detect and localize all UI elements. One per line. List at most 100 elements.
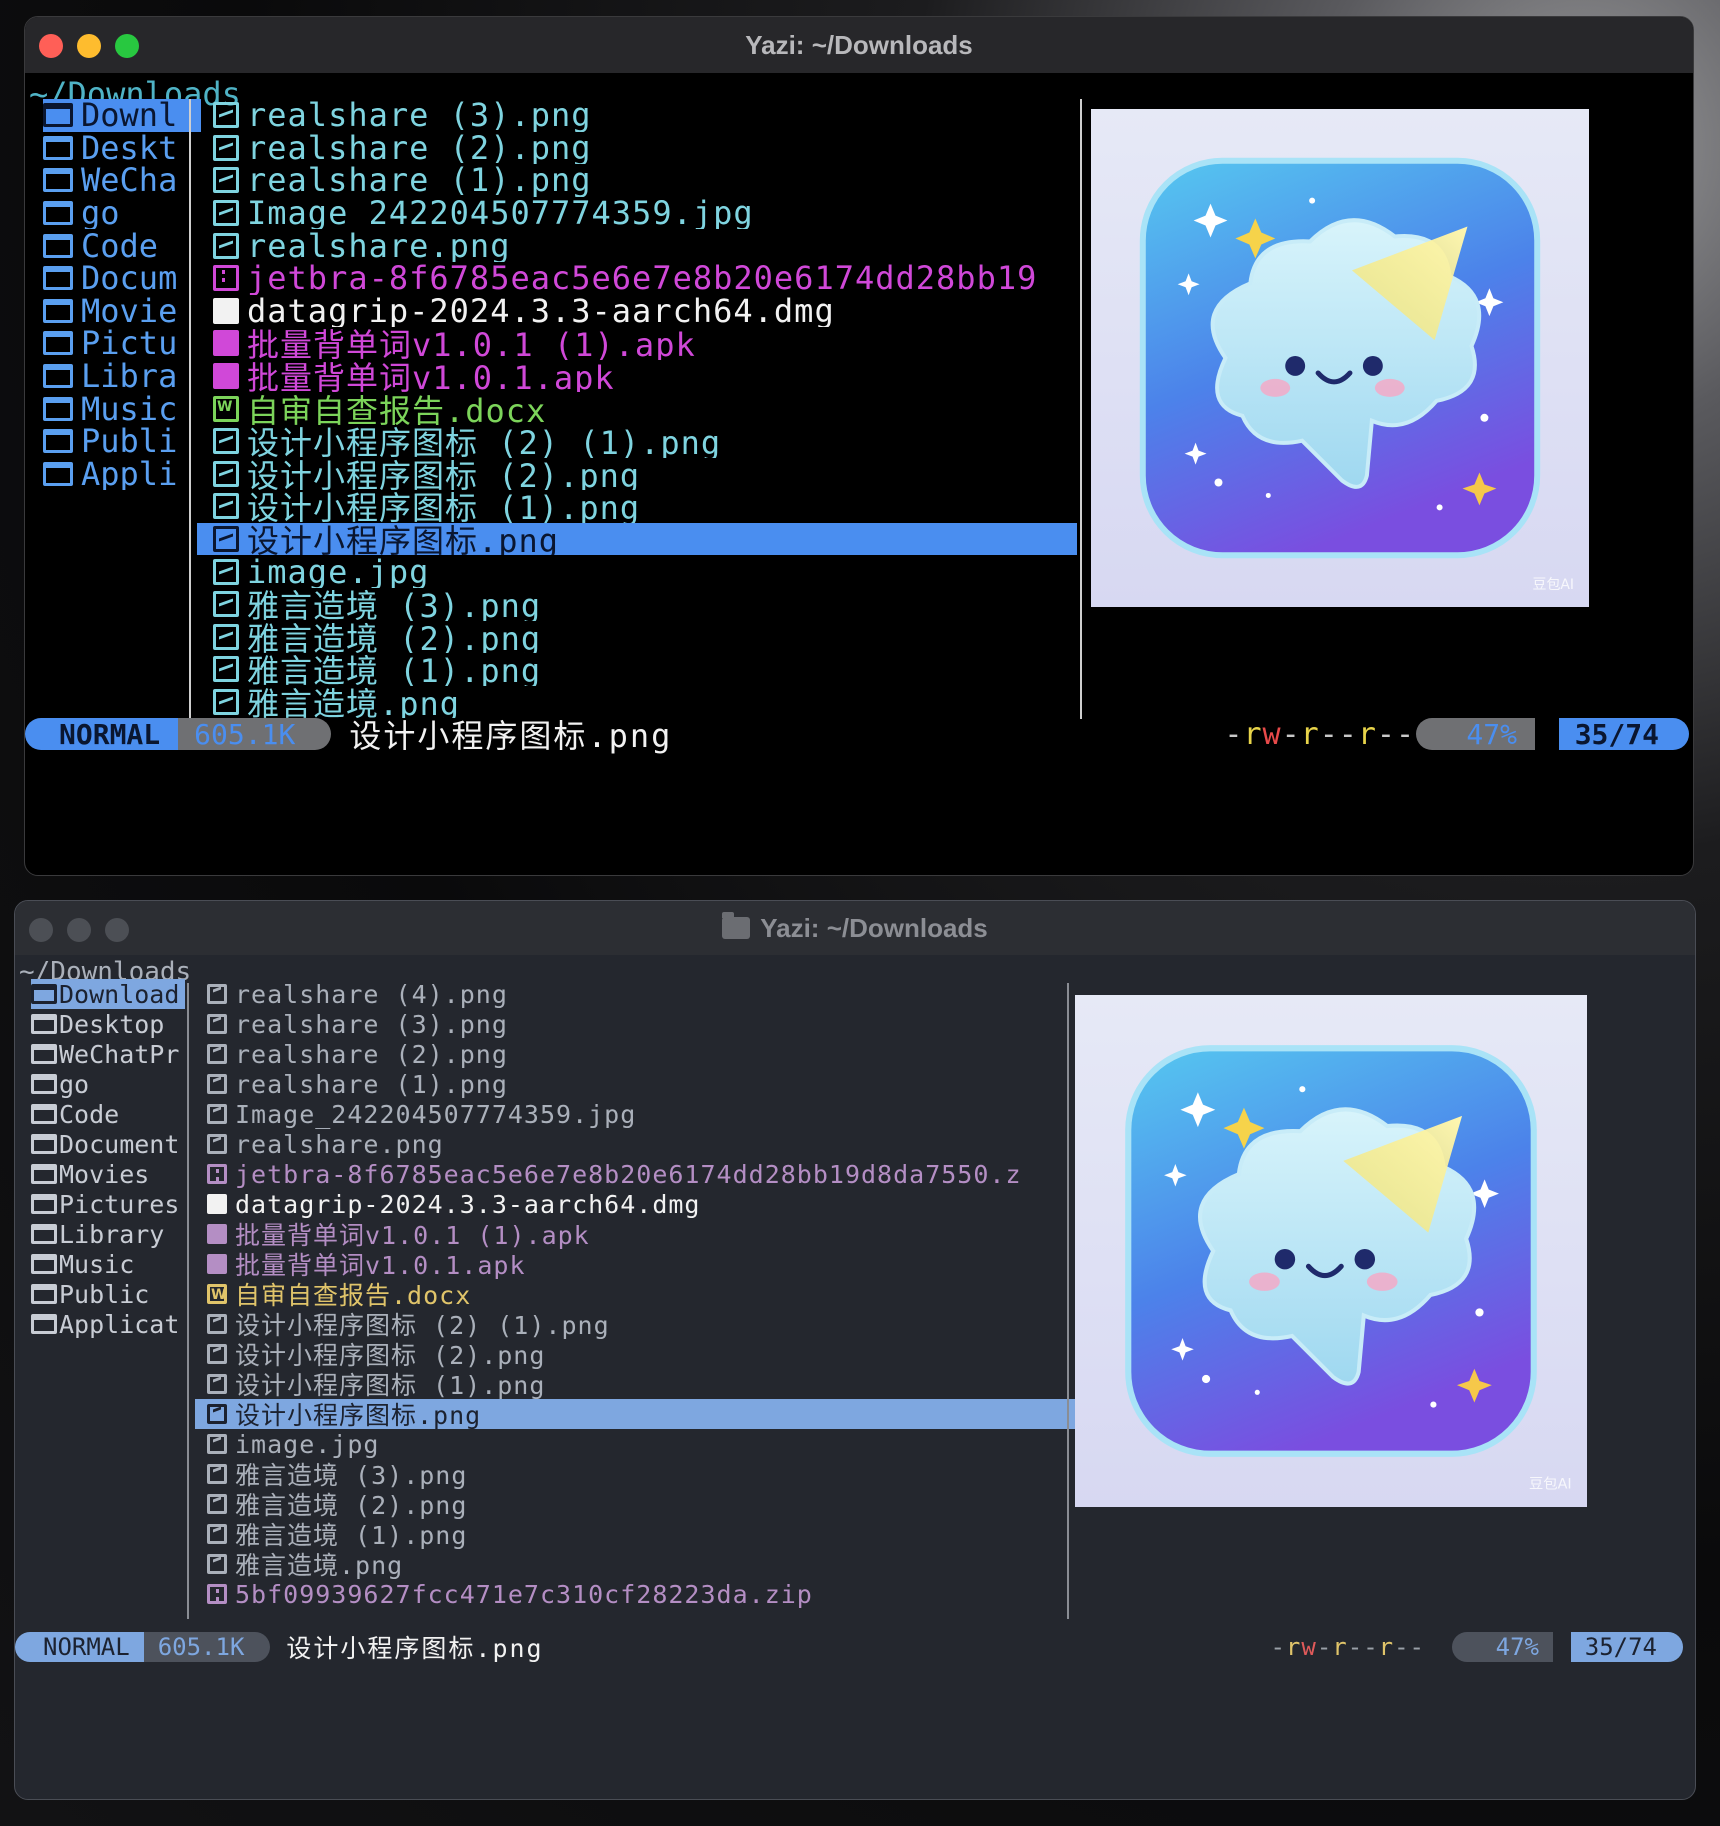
- image-file-icon: [207, 1134, 227, 1154]
- file-item[interactable]: 设计小程序图标 (1).png: [197, 490, 1077, 523]
- file-item[interactable]: image.jpg: [197, 555, 1077, 588]
- cursor-position: 35/74: [1570, 1632, 1683, 1662]
- minimize-button[interactable]: [77, 34, 101, 58]
- file-item[interactable]: datagrip-2024.3.3-aarch64.dmg: [195, 1189, 1075, 1219]
- file-item[interactable]: realshare (4).png: [195, 979, 1075, 1009]
- close-button[interactable]: [29, 918, 53, 942]
- parent-dir-item[interactable]: Docum: [43, 262, 201, 295]
- file-item[interactable]: 设计小程序图标 (2).png: [195, 1339, 1075, 1369]
- parent-dir-item[interactable]: Deskt: [43, 132, 201, 164]
- file-item[interactable]: realshare (1).png: [195, 1069, 1075, 1099]
- parent-dir-item[interactable]: Movie: [43, 295, 201, 327]
- parent-dir-item[interactable]: Document: [31, 1129, 185, 1159]
- minimize-button[interactable]: [67, 918, 91, 942]
- parent-dir-item[interactable]: WeChatPr: [31, 1039, 185, 1069]
- file-item[interactable]: jetbra-8f6785eac5e6e7e8b20e6174dd28bb19d…: [195, 1159, 1075, 1189]
- file-item[interactable]: realshare.png: [195, 1129, 1075, 1159]
- close-button[interactable]: [39, 34, 63, 58]
- column-divider: [189, 99, 191, 719]
- file-name: 自审自查报告.docx: [247, 392, 547, 425]
- parent-dir-item[interactable]: Code: [43, 229, 201, 262]
- file-item[interactable]: 雅言造境 (1).png: [195, 1519, 1075, 1549]
- file-name: 雅言造境 (2).png: [247, 620, 542, 654]
- title-bar[interactable]: Yazi: ~/Downloads: [25, 17, 1693, 73]
- folder-icon: [31, 984, 57, 1004]
- file-item[interactable]: 雅言造境 (1).png: [197, 653, 1077, 686]
- parent-directory-list[interactable]: Downl Deskt WeCha go Code Docum Movie Pictu Libr…: [43, 99, 201, 490]
- file-list[interactable]: realshare (4).png realshare (3).png realsh…: [195, 979, 1075, 1609]
- parent-dir-item[interactable]: go: [43, 197, 201, 229]
- word-file-icon: [213, 395, 239, 422]
- file-item[interactable]: realshare (1).png: [197, 164, 1077, 197]
- file-name: 雅言造境 (1).png: [247, 653, 542, 686]
- file-item[interactable]: 自审自查报告.docx: [195, 1279, 1075, 1309]
- parent-dir-item[interactable]: Pictu: [43, 327, 201, 360]
- status-bar: NORMAL 605.1K 设计小程序图标.png -rw-r--r-- 47%…: [15, 1631, 1695, 1663]
- permission-char: r: [1243, 716, 1263, 752]
- file-item[interactable]: jetbra-8f6785eac5e6e7e8b20e6174dd28bb19: [197, 262, 1077, 295]
- file-item[interactable]: 雅言造境.png: [195, 1549, 1075, 1579]
- file-item[interactable]: realshare (3).png: [195, 1009, 1075, 1039]
- file-item-selected[interactable]: 设计小程序图标.png: [197, 522, 1077, 556]
- file-item[interactable]: image.jpg: [195, 1429, 1075, 1459]
- parent-dir-item[interactable]: Desktop: [31, 1009, 185, 1039]
- mode-indicator: NORMAL: [25, 718, 179, 751]
- file-item[interactable]: 设计小程序图标 (2) (1).png: [197, 425, 1077, 458]
- file-item[interactable]: 5bf09939627fcc471e7c310cf28223da.zip: [195, 1579, 1075, 1609]
- parent-dir-item[interactable]: Music: [31, 1249, 185, 1279]
- folder-icon: [43, 461, 73, 486]
- parent-dir-item[interactable]: go: [31, 1069, 185, 1099]
- file-item[interactable]: realshare.png: [197, 229, 1077, 262]
- parent-dir-item[interactable]: Music: [43, 392, 201, 425]
- window-title: Yazi: ~/Downloads: [745, 30, 973, 61]
- file-item[interactable]: 批量背单词v1.0.1.apk: [195, 1249, 1075, 1279]
- file-item[interactable]: 自审自查报告.docx: [197, 392, 1077, 425]
- permission-char: -: [1224, 716, 1244, 752]
- file-item[interactable]: datagrip-2024.3.3-aarch64.dmg: [197, 295, 1077, 327]
- parent-dir-item[interactable]: Applicat: [31, 1309, 185, 1339]
- file-name: 雅言造境 (3).png: [247, 587, 542, 621]
- file-list[interactable]: realshare (3).png realshare (2).png realsh…: [197, 99, 1077, 718]
- file-item[interactable]: 雅言造境 (2).png: [195, 1489, 1075, 1519]
- file-item[interactable]: realshare (2).png: [197, 131, 1077, 165]
- image-file-icon: [207, 1074, 227, 1094]
- file-item[interactable]: realshare (2).png: [195, 1039, 1075, 1069]
- file-name: realshare (2).png: [247, 131, 592, 165]
- scroll-percent: 47%: [1451, 1632, 1553, 1662]
- file-item[interactable]: 设计小程序图标 (2) (1).png: [195, 1309, 1075, 1339]
- zip-file-icon: [207, 1584, 227, 1604]
- file-name: Image_242204507774359.jpg: [247, 196, 754, 230]
- parent-dir-item[interactable]: Public: [31, 1279, 185, 1309]
- parent-dir-item[interactable]: Code: [31, 1099, 185, 1129]
- parent-dir-item[interactable]: Library: [31, 1219, 185, 1249]
- parent-dir-item[interactable]: Movies: [31, 1159, 185, 1189]
- folder-icon: [31, 1224, 57, 1244]
- parent-dir-item[interactable]: WeCha: [43, 164, 201, 197]
- file-item[interactable]: realshare (3).png: [197, 99, 1077, 132]
- parent-dir-item[interactable]: Pictures: [31, 1189, 185, 1219]
- file-name: 设计小程序图标 (2) (1).png: [235, 1311, 610, 1339]
- parent-dir-item[interactable]: Downl: [43, 99, 201, 132]
- parent-directory-list[interactable]: Download Desktop WeChatPr go Code Document Mov…: [31, 979, 185, 1339]
- file-item[interactable]: 设计小程序图标 (1).png: [195, 1369, 1075, 1399]
- image-file-icon: [213, 656, 239, 683]
- parent-dir-item[interactable]: Appli: [43, 458, 201, 490]
- file-item[interactable]: 批量背单词v1.0.1.apk: [197, 360, 1077, 392]
- parent-dir-item[interactable]: Download: [31, 979, 185, 1009]
- file-item[interactable]: 批量背单词v1.0.1 (1).apk: [195, 1219, 1075, 1249]
- file-item[interactable]: Image_242204507774359.jpg: [195, 1099, 1075, 1129]
- zoom-button[interactable]: [115, 34, 139, 58]
- parent-dir-item[interactable]: Libra: [43, 360, 201, 392]
- file-item[interactable]: 雅言造境 (2).png: [197, 620, 1077, 654]
- file-item[interactable]: 批量背单词v1.0.1 (1).apk: [197, 327, 1077, 360]
- zoom-button[interactable]: [105, 918, 129, 942]
- file-item-selected[interactable]: 设计小程序图标.png: [195, 1399, 1075, 1429]
- file-item[interactable]: 雅言造境 (3).png: [197, 588, 1077, 621]
- title-bar[interactable]: Yazi: ~/Downloads: [15, 901, 1695, 955]
- file-item[interactable]: 设计小程序图标 (2).png: [197, 458, 1077, 490]
- parent-dir-label: Music: [59, 1249, 135, 1279]
- file-item[interactable]: 雅言造境 (3).png: [195, 1459, 1075, 1489]
- parent-dir-item[interactable]: Publi: [43, 425, 201, 458]
- image-file-icon: [213, 232, 239, 259]
- file-item[interactable]: Image_242204507774359.jpg: [197, 196, 1077, 230]
